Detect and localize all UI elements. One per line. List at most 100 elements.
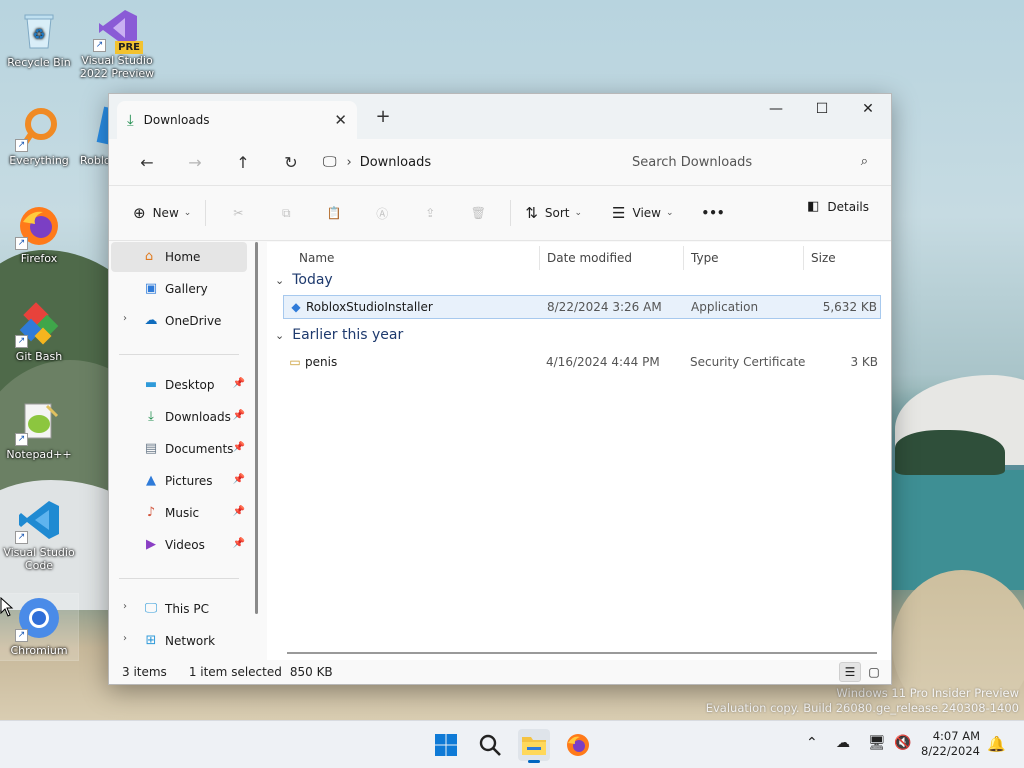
sidebar-scrollbar[interactable] (255, 242, 258, 614)
column-divider[interactable] (539, 246, 540, 270)
tab-downloads[interactable]: ⤓ Downloads ✕ (117, 101, 357, 139)
horizontal-scrollbar[interactable] (287, 652, 877, 654)
file-explorer-taskbar-button[interactable] (518, 729, 550, 763)
desktop-icon-visual-studio[interactable]: PRE ↗ Visual Studio 2022 Preview (78, 6, 156, 80)
view-toggle: ☰ ▢ (837, 662, 885, 682)
chevron-up-icon[interactable]: ⌃ (806, 735, 818, 751)
chevron-right-icon[interactable]: › (123, 633, 127, 644)
sidebar-item-videos[interactable]: ▶ Videos 📌 (111, 530, 247, 560)
sidebar-item-network[interactable]: › ⊞ Network (111, 626, 247, 656)
file-date: 8/22/2024 3:26 AM (547, 300, 662, 314)
pin-icon[interactable]: 📌 (233, 474, 245, 485)
column-divider[interactable] (803, 246, 804, 270)
notification-bell-icon[interactable]: 🔔 (987, 735, 1006, 753)
firefox-taskbar-button[interactable] (562, 729, 594, 761)
start-button[interactable] (430, 729, 462, 761)
details-view-button[interactable]: ☰ (839, 662, 861, 682)
desktop-icon-recycle-bin[interactable]: ♻ Recycle Bin (0, 8, 78, 69)
group-header-earlier-this-year[interactable]: ⌄ Earlier this year (275, 327, 403, 343)
sidebar-item-label: Network (165, 634, 216, 648)
network-status-icon[interactable]: 🖥 (868, 735, 886, 751)
forward-button[interactable]: → (171, 147, 219, 177)
download-icon: ⤓ (148, 409, 154, 424)
volume-muted-icon[interactable]: 🔇 (894, 735, 911, 751)
file-type: Security Certificate (690, 355, 806, 369)
refresh-icon: ↻ (284, 152, 298, 172)
sidebar-item-this-pc[interactable]: › 🖵 This PC (111, 594, 247, 624)
breadcrumb-downloads[interactable]: Downloads (360, 155, 431, 170)
group-label: Today (292, 272, 333, 288)
close-window-button[interactable]: ✕ (845, 94, 891, 124)
close-tab-icon[interactable]: ✕ (334, 111, 347, 129)
new-tab-button[interactable]: + (371, 106, 395, 127)
sort-label: Sort (544, 206, 570, 220)
chevron-right-icon: › (346, 154, 352, 170)
desktop-icon-notepad-plus-plus[interactable]: ↗ Notepad++ (0, 400, 78, 461)
search-taskbar-button[interactable] (474, 729, 506, 761)
sidebar-item-home[interactable]: ⌂ Home (111, 242, 247, 272)
sidebar-item-onedrive[interactable]: › ☁ OneDrive (111, 306, 247, 336)
system-clock[interactable]: 4:07 AM 8/22/2024 (921, 729, 980, 759)
more-options-button[interactable]: ••• (696, 198, 731, 228)
documents-icon: ▤ (144, 441, 158, 456)
desktop-icon-roblox[interactable]: Roblo (70, 106, 110, 167)
view-button[interactable]: ☰ View ⌄ (606, 198, 679, 228)
chevron-right-icon[interactable]: › (123, 601, 127, 612)
group-header-today[interactable]: ⌄ Today (275, 272, 333, 288)
up-button[interactable]: ↑ (219, 147, 267, 177)
shortcut-arrow-icon: ↗ (15, 531, 28, 544)
sidebar-item-music[interactable]: ♪ Music 📌 (111, 498, 247, 528)
new-button[interactable]: ⊕ New ⌄ (127, 198, 197, 228)
minimize-button[interactable]: — (753, 94, 799, 124)
delete-button[interactable]: 🗑 (454, 198, 502, 228)
desktop-icon-git-bash[interactable]: ↗ Git Bash (0, 302, 78, 363)
cut-button[interactable]: ✂ (214, 198, 262, 228)
search-input[interactable]: Search Downloads ⌕ (612, 147, 880, 177)
onedrive-sync-icon[interactable]: ☁ (836, 735, 850, 751)
recycle-bin-icon: ♻ (17, 8, 61, 52)
column-header-size[interactable]: Size (811, 246, 836, 270)
column-header-type[interactable]: Type (691, 246, 719, 270)
table-row[interactable]: ▭ penis 4/16/2024 4:44 PM Security Certi… (283, 351, 881, 375)
sidebar-item-gallery[interactable]: ▣ Gallery (111, 274, 247, 304)
sidebar-item-documents[interactable]: ▤ Documents 📌 (111, 434, 247, 464)
status-bar: 3 items 1 item selected 850 KB ☰ ▢ (109, 660, 891, 684)
computer-icon: 🖵 (323, 154, 337, 170)
pin-icon[interactable]: 📌 (233, 410, 245, 421)
background-trees (895, 430, 1005, 475)
share-icon: ⇪ (425, 206, 436, 220)
desktop-icon-vscode[interactable]: ↗ Visual Studio Code (0, 498, 78, 572)
column-divider[interactable] (683, 246, 684, 270)
details-pane-button[interactable]: ◧ Details (807, 199, 869, 214)
copy-button[interactable]: ⧉ (262, 198, 310, 228)
column-header-name[interactable]: Name (299, 246, 334, 270)
sidebar-item-downloads[interactable]: ⤓ Downloads 📌 (111, 402, 247, 432)
tiles-view-button[interactable]: ▢ (863, 662, 885, 682)
chevron-right-icon[interactable]: › (123, 313, 127, 324)
refresh-button[interactable]: ↻ (267, 147, 315, 177)
column-header-date[interactable]: Date modified (547, 246, 632, 270)
shortcut-arrow-icon: ↗ (15, 433, 28, 446)
address-bar[interactable]: 🖵 › Downloads (315, 147, 605, 177)
rename-button[interactable]: Ⓐ (358, 198, 406, 228)
details-view-icon: ☰ (844, 665, 856, 679)
sidebar-item-label: This PC (165, 602, 209, 616)
file-date: 4/16/2024 4:44 PM (546, 355, 660, 369)
desktop-icon-firefox[interactable]: ↗ Firefox (0, 204, 78, 265)
desktop-icon-everything[interactable]: ↗ Everything (0, 106, 78, 167)
desktop-icon-label: Recycle Bin (7, 56, 71, 69)
sidebar-item-pictures[interactable]: ▲ Pictures 📌 (111, 466, 247, 496)
table-row[interactable]: ◆ RobloxStudioInstaller 8/22/2024 3:26 A… (283, 295, 881, 319)
pin-icon[interactable]: 📌 (233, 506, 245, 517)
pin-icon[interactable]: 📌 (233, 538, 245, 549)
maximize-button[interactable]: ☐ (799, 94, 845, 124)
sort-button[interactable]: ⇅ Sort ⌄ (519, 198, 588, 228)
pin-icon[interactable]: 📌 (233, 442, 245, 453)
pin-icon[interactable]: 📌 (233, 378, 245, 389)
sidebar-item-desktop[interactable]: ▬ Desktop 📌 (111, 370, 247, 400)
share-button[interactable]: ⇪ (406, 198, 454, 228)
back-button[interactable]: ← (123, 147, 171, 177)
vscode-icon: ↗ (15, 498, 61, 544)
paste-button[interactable]: 📋 (310, 198, 358, 228)
desktop-icon-label: Git Bash (15, 350, 63, 363)
